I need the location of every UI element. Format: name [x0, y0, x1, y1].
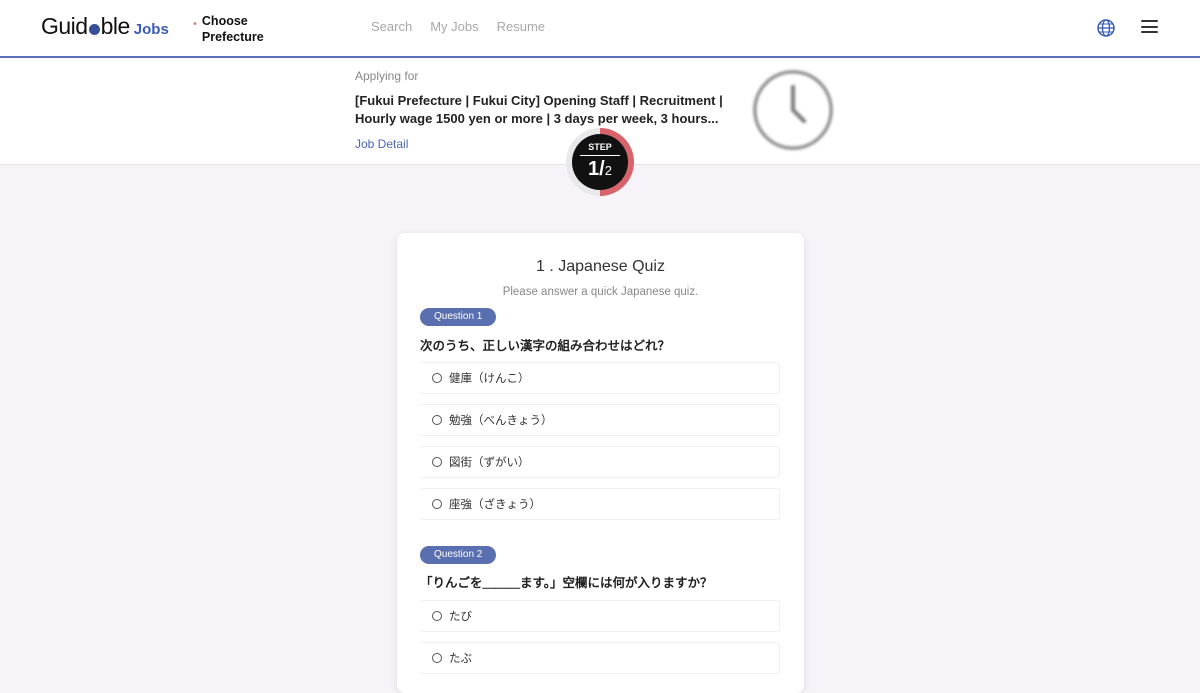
option-label: たび [449, 609, 472, 623]
question-2-text: 「りんごを＿＿＿ます。」空欄には何が入りますか？ [420, 575, 713, 590]
location-pin-icon: • [192, 19, 198, 30]
step-circle: STEP 1/2 [572, 134, 628, 190]
logo-dot [88, 24, 100, 35]
radio-button-icon[interactable] [432, 373, 442, 383]
radio-button-icon[interactable] [432, 415, 442, 425]
step-total: 2 [604, 163, 612, 178]
question-2-option-1[interactable]: たび [420, 600, 780, 632]
clock-icon [753, 70, 833, 150]
radio-button-icon[interactable] [432, 611, 442, 621]
top-header: Guid ble Jobs • Choose Prefecture Search … [0, 0, 1200, 58]
question-1-option-2[interactable]: 勉強（べんきょう） [420, 404, 780, 436]
prefecture-label: Choose Prefecture [201, 14, 264, 44]
nav-search[interactable]: Search [371, 19, 412, 34]
main-nav: Search My Jobs Resume [371, 19, 545, 34]
option-label: 図街（ずがい） [449, 455, 530, 469]
nav-my-jobs[interactable]: My Jobs [430, 19, 478, 34]
question-1-option-3[interactable]: 図街（ずがい） [420, 446, 780, 478]
question-2-badge: Question 2 [420, 546, 497, 564]
step-divider [580, 155, 620, 156]
question-1-option-1[interactable]: 健庫（けんこ） [420, 362, 780, 394]
hamburger-menu-icon[interactable] [1141, 20, 1158, 36]
radio-button-icon[interactable] [432, 499, 442, 509]
step-counter: 1/2 [572, 158, 628, 181]
step-current: 1/ [588, 158, 605, 180]
option-label: 勉強（べんきょう） [449, 413, 553, 427]
logo-jobs-text: Jobs [133, 21, 169, 38]
option-label: 座強（ざきょう） [449, 497, 541, 511]
step-progress-badge: STEP 1/2 [565, 127, 635, 197]
quiz-card: 1 . Japanese Quiz Please answer a quick … [397, 233, 804, 693]
question-1-option-4[interactable]: 座強（ざきょう） [420, 488, 780, 520]
question-2-option-2[interactable]: たぶ [420, 642, 780, 674]
job-detail-link[interactable]: Job Detail [355, 137, 408, 151]
logo-text: Guid ble [41, 13, 130, 39]
option-label: たぶ [449, 651, 472, 665]
choose-prefecture-button[interactable]: • Choose Prefecture [192, 13, 282, 45]
quiz-subtitle: Please answer a quick Japanese quiz. [502, 286, 699, 298]
step-label: STEP [588, 142, 612, 152]
question-1-text: 次のうち、正しい漢字の組み合わせはどれ？ [420, 338, 671, 353]
quiz-title: 1 . Japanese Quiz [536, 258, 665, 275]
applying-for-label: Applying for [355, 69, 419, 83]
job-title: [Fukui Prefecture | Fukui City] Opening … [355, 93, 723, 126]
globe-icon[interactable] [1096, 18, 1116, 38]
question-1-badge: Question 1 [420, 308, 497, 326]
guidable-jobs-logo[interactable]: Guid ble Jobs [41, 13, 169, 43]
nav-resume[interactable]: Resume [497, 19, 545, 34]
radio-button-icon[interactable] [432, 457, 442, 467]
option-label: 健庫（けんこ） [449, 371, 530, 385]
radio-button-icon[interactable] [432, 653, 442, 663]
